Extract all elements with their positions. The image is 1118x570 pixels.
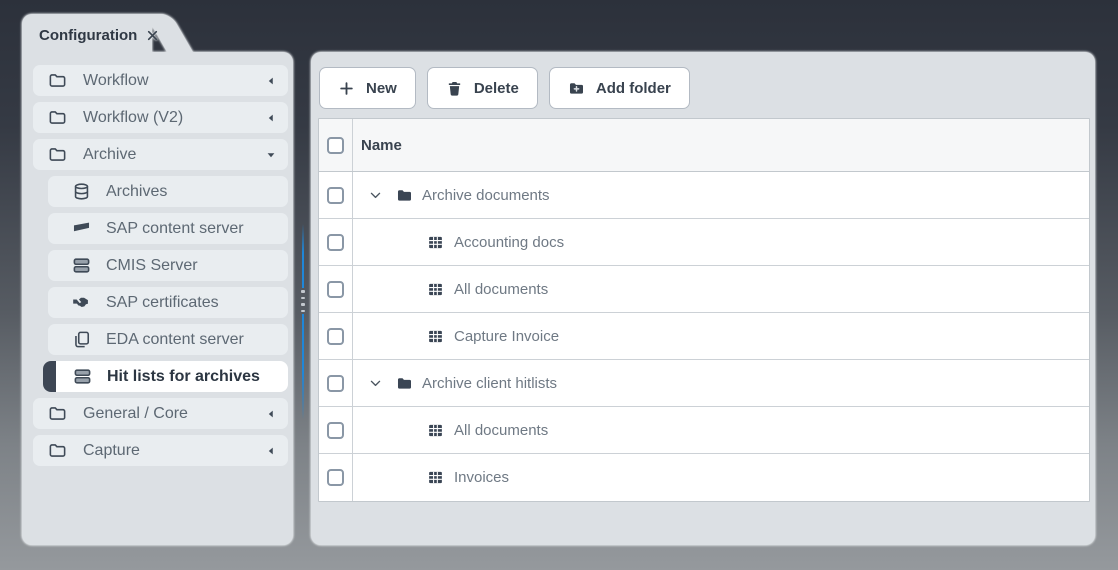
sidebar-item-archive[interactable]: Archive [33,139,288,170]
folder-icon [49,111,66,124]
chevron-down-icon[interactable] [368,188,383,203]
table-row[interactable]: All documents [319,407,1089,454]
sidebar-item-workflow-v2[interactable]: Workflow (V2) [33,102,288,133]
splitter-grip-icon[interactable] [299,290,307,312]
folder-icon [49,148,66,161]
splitter-accent-line [302,314,304,420]
hitlists-panel: New Delete Add folder Name Archive docum… [311,52,1095,545]
hitlist-grid-icon [429,330,442,342]
hitlist-grid-icon [429,236,442,248]
folder-icon [49,444,66,457]
sidebar-item-label: CMIS Server [106,256,198,274]
sidebar: Workflow Workflow (V2) Archive Archives … [22,52,293,545]
sidebar-tree: Workflow Workflow (V2) Archive Archives … [22,65,293,472]
sidebar-item-label: Capture [83,441,140,459]
splitter-accent-line [302,224,304,288]
new-button-label: New [366,79,397,97]
sidebar-item-label: Workflow (V2) [83,108,184,126]
row-label: All documents [454,280,549,298]
sidebar-item-general-core[interactable]: General / Core [33,398,288,429]
row-label: Capture Invoice [454,327,560,345]
add-folder-button-label: Add folder [595,79,671,97]
server-icon [74,369,91,384]
folder-icon [49,407,66,420]
sidebar-item-label: SAP certificates [106,293,219,311]
sidebar-item-sap-certificates[interactable]: SAP certificates [48,287,288,318]
trash-icon [448,81,461,96]
row-label: Archive documents [422,186,550,204]
row-checkbox[interactable] [327,233,344,251]
sidebar-item-sap-content-server[interactable]: SAP content server [48,213,288,244]
name-column-header: Name [361,136,402,154]
sidebar-item-label: Workflow [83,71,149,89]
copy-icon [75,331,90,348]
row-label: All documents [454,421,549,439]
row-checkbox[interactable] [327,374,344,392]
sidebar-item-workflow[interactable]: Workflow [33,65,288,96]
sidebar-item-eda-content-server[interactable]: EDA content server [48,324,288,355]
sidebar-item-label: EDA content server [106,330,244,348]
hitlists-table: Name Archive documents Accounting docs A… [318,118,1090,502]
table-row[interactable]: Archive documents [319,172,1089,219]
row-label: Accounting docs [454,233,565,251]
sidebar-item-label: Archive [83,145,137,163]
chevron-down-icon[interactable] [368,376,383,391]
add-folder-button[interactable]: Add folder [548,67,690,109]
select-all-checkbox[interactable] [327,136,344,154]
hitlists-card: New Delete Add folder Name Archive docum… [311,52,1095,545]
sidebar-item-label: Archives [106,182,168,200]
table-header-row: Name [319,119,1089,172]
sidebar-item-hit-lists-for-archives[interactable]: Hit lists for archives [43,361,288,392]
sidebar-item-capture[interactable]: Capture [33,435,288,466]
row-label: Invoices [454,469,510,486]
row-checkbox[interactable] [327,280,344,298]
selected-marker [43,361,56,392]
sidebar-item-cmis-server[interactable]: CMIS Server [48,250,288,281]
table-row[interactable]: Archive client hitlists [319,360,1089,407]
caret-left-icon [268,77,273,84]
sidebar-item-label: SAP content server [106,219,244,237]
configuration-panel: Configuration Workflow Workflow (V2) Arc… [22,14,293,545]
folder-filled-icon [397,377,412,389]
row-label: Archive client hitlists [422,374,558,392]
new-button[interactable]: New [319,67,416,109]
table-row[interactable]: Invoices [319,454,1089,501]
caret-down-icon [267,152,275,157]
folder-icon [49,74,66,87]
table-row[interactable]: All documents [319,266,1089,313]
hitlist-grid-icon [429,471,442,484]
hitlist-grid-icon [429,283,442,295]
panel-splitter[interactable] [297,52,309,545]
sidebar-item-archives[interactable]: Archives [48,176,288,207]
table-row[interactable]: Capture Invoice [319,313,1089,360]
tab-configuration[interactable]: Configuration [22,14,158,56]
row-checkbox[interactable] [327,469,344,486]
caret-left-icon [268,114,273,121]
delete-button[interactable]: Delete [426,67,538,109]
database-icon [74,183,89,200]
toolbar: New Delete Add folder [319,67,690,109]
sap-flag-icon [73,222,90,232]
table-row[interactable]: Accounting docs [319,219,1089,266]
server-icon [73,258,90,273]
folder-filled-icon [397,189,412,201]
tab-label: Configuration [39,26,138,44]
close-icon[interactable] [146,29,159,42]
plus-icon [340,81,353,95]
sidebar-item-label: General / Core [83,404,188,422]
handshake-icon [73,297,88,308]
caret-left-icon [268,410,273,417]
sidebar-item-label: Hit lists for archives [107,367,260,385]
select-all-cell [319,119,353,171]
row-checkbox[interactable] [327,421,344,439]
folder-plus-icon [569,82,583,94]
row-checkbox[interactable] [327,186,344,204]
hitlist-grid-icon [429,424,442,436]
caret-left-icon [268,447,273,454]
row-checkbox[interactable] [327,327,344,345]
delete-button-label: Delete [473,79,519,97]
